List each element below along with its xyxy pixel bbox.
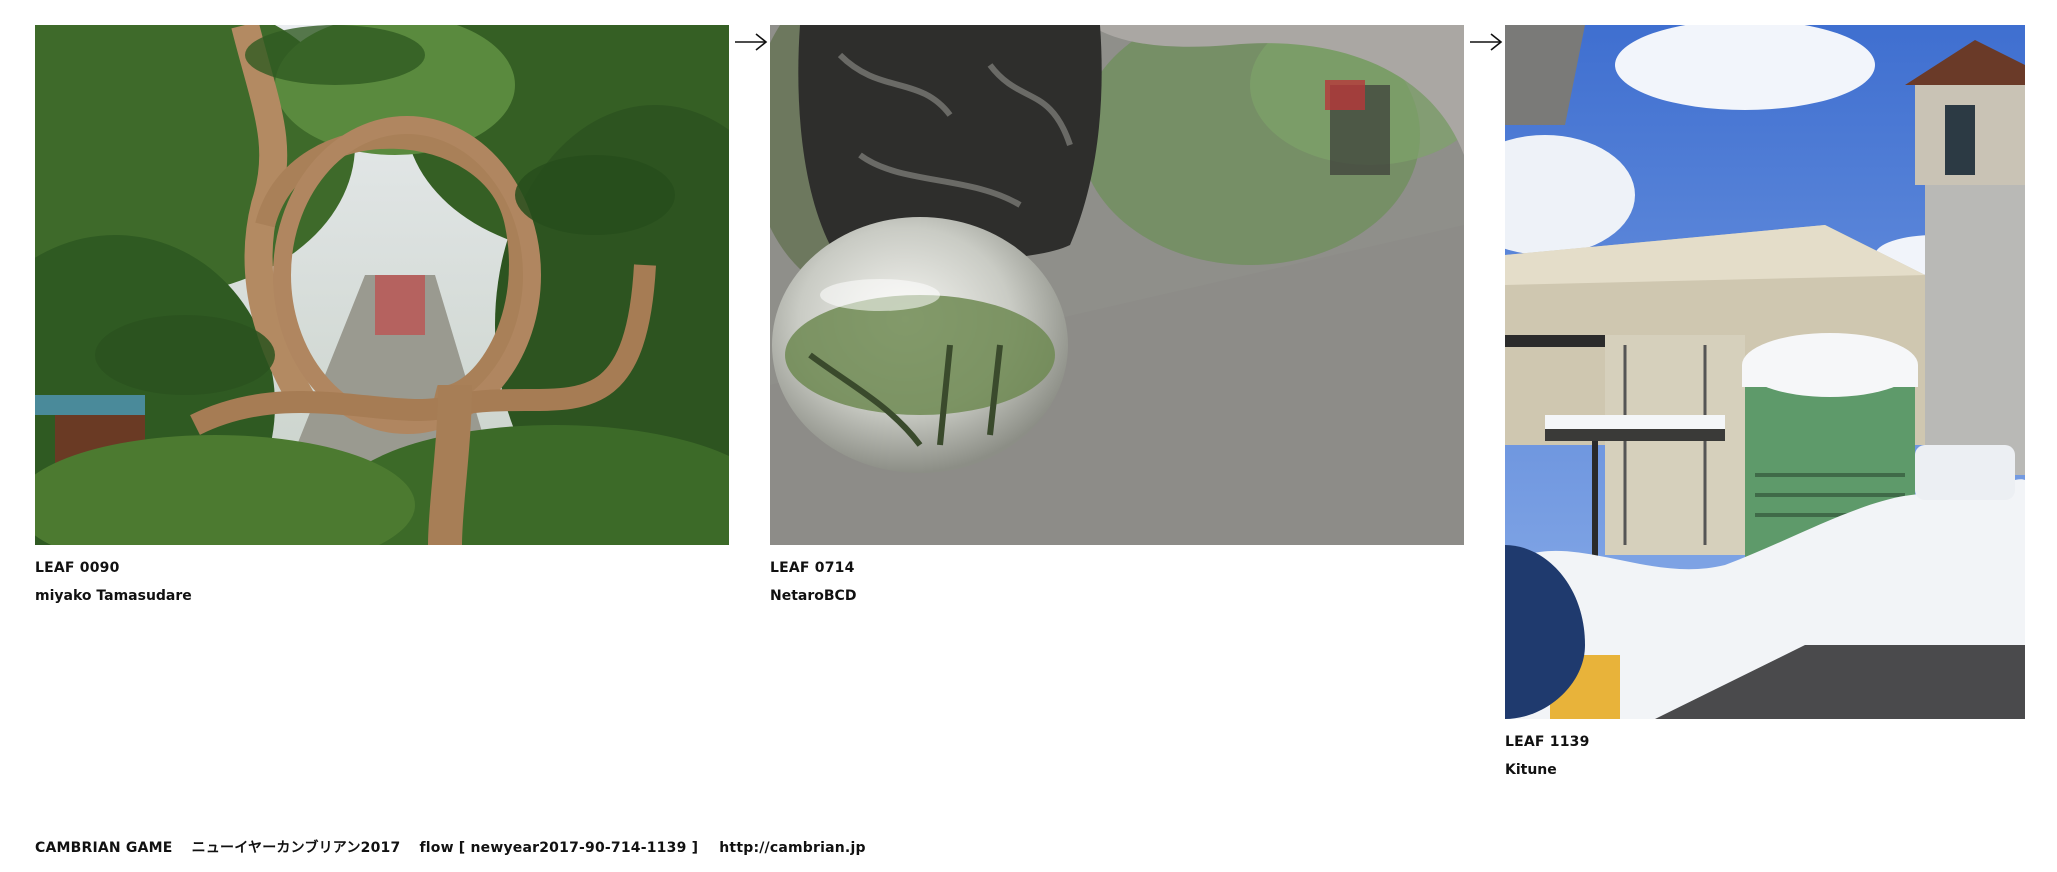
footer-flow: flow [ newyear2017-90-714-1139 ] [419,840,699,856]
leaf-code: LEAF 0090 [35,560,120,576]
footer-url-link[interactable]: http://cambrian.jp [719,840,865,856]
leaf-photo-link[interactable] [1505,25,2025,719]
leaf-author[interactable]: NetaroBCD [770,586,1464,606]
leaf-card: LEAF 0714 NetaroBCD [770,25,1464,606]
leaf-author[interactable]: Kitune [1505,760,2025,780]
leaf-photo-link[interactable] [770,25,1464,545]
leaf-code: LEAF 0714 [770,560,855,576]
snowy-building-tank-photo [1505,25,2025,719]
leaf-card: LEAF 0090 miyako Tamasudare [35,25,729,606]
leaf-code: LEAF 1139 [1505,734,1590,750]
pine-tree-loops-photo [35,25,729,545]
glass-sphere-reflection-photo [770,25,1464,545]
leaf-card: LEAF 1139 Kitune [1505,25,2025,780]
footer-subtitle: ニューイヤーカンブリアン2017 [191,840,401,856]
arrow-right-icon [734,30,768,54]
leaf-photo-link[interactable] [35,25,729,545]
footer: CAMBRIAN GAME ニューイヤーカンブリアン2017 flow [ ne… [35,838,866,858]
arrow-right-icon [1469,30,1503,54]
leaf-author[interactable]: miyako Tamasudare [35,586,729,606]
footer-title: CAMBRIAN GAME [35,840,173,856]
